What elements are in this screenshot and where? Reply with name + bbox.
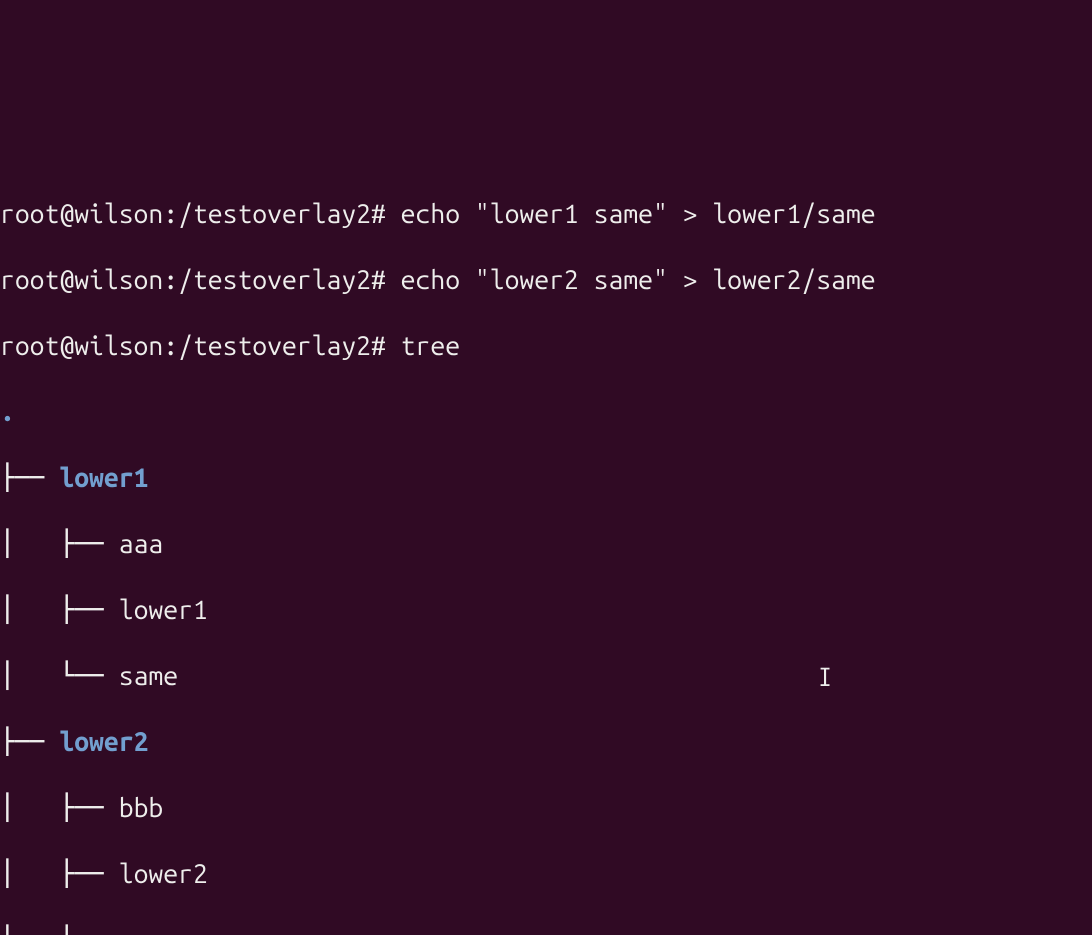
tree-branch: ├── [59,793,118,823]
prompt: root@wilson:/testoverlay2# [0,199,386,229]
tree-branch: ├── [59,529,118,559]
tree-branch: ├── [59,859,118,889]
tree-branch: │ [0,793,59,823]
file-lower2: lower2 [119,859,208,889]
tree-branch: └── [59,661,118,691]
file-same: same [119,661,178,691]
tree-branch: ├── [0,463,59,493]
command-3: tree [386,331,460,361]
file-same: same [119,925,178,935]
file-bbb: bbb [119,793,164,823]
tree-branch: ├── [0,727,59,757]
command-1: echo "lower1 same" > lower1/same [386,199,876,229]
file-aaa: aaa [119,529,164,559]
dir-lower1: lower1 [59,463,148,493]
prompt: root@wilson:/testoverlay2# [0,331,386,361]
tree-branch: ├── [59,595,118,625]
tree-root: . [0,397,15,427]
tree-branch: │ [0,529,59,559]
tree-branch: │ [0,595,59,625]
file-lower1: lower1 [119,595,208,625]
dir-lower2: lower2 [59,727,148,757]
tree-branch: └── [59,925,118,935]
command-2: echo "lower2 same" > lower2/same [386,265,876,295]
tree-branch: │ [0,661,59,691]
tree-branch: │ [0,859,59,889]
tree-branch: │ [0,925,59,935]
prompt: root@wilson:/testoverlay2# [0,265,386,295]
terminal[interactable]: root@wilson:/testoverlay2# echo "lower1 … [0,165,1092,935]
